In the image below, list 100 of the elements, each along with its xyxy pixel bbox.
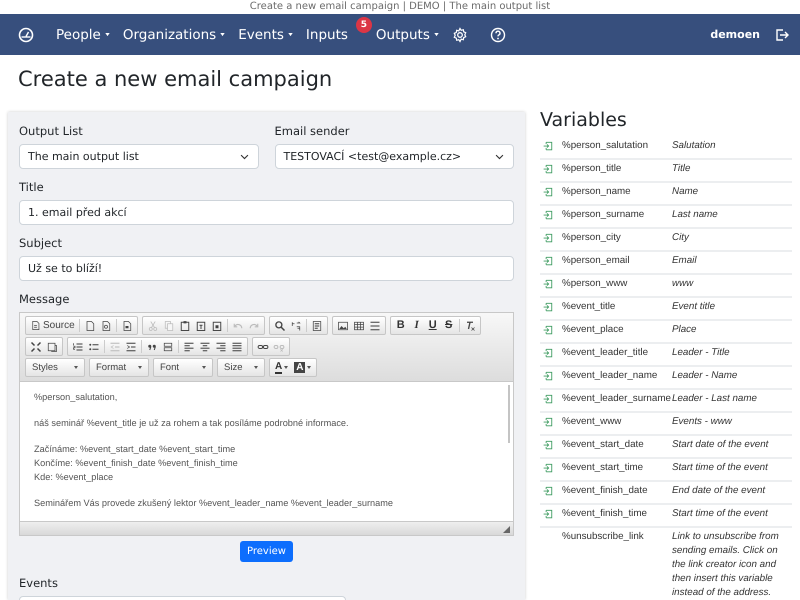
insert-icon[interactable] bbox=[543, 417, 553, 427]
select-field[interactable]: The main output list bbox=[19, 144, 258, 169]
notification-badge: 5 bbox=[356, 16, 372, 32]
variable-name: %person_title bbox=[562, 164, 622, 176]
indent-icon[interactable] bbox=[125, 340, 137, 352]
text-field[interactable]: Už se to blíží! bbox=[19, 256, 514, 281]
align-right-icon[interactable] bbox=[215, 340, 227, 352]
dropdown-select[interactable]: Styles bbox=[25, 358, 85, 377]
dropdown-select[interactable]: Format bbox=[89, 358, 149, 377]
variable-name: %person_email bbox=[562, 256, 631, 268]
insert-icon[interactable] bbox=[543, 348, 553, 358]
blocks-icon[interactable] bbox=[46, 340, 58, 352]
field-label: Output List bbox=[19, 124, 84, 138]
insert-icon[interactable] bbox=[543, 279, 553, 289]
variable-name: %event_leader_surname bbox=[562, 394, 672, 406]
variable-description: Events - www bbox=[672, 415, 732, 429]
page-heading: Create a new email campaign bbox=[17, 66, 334, 93]
insert-icon[interactable] bbox=[543, 371, 553, 381]
insert-icon[interactable] bbox=[543, 233, 553, 243]
help-icon[interactable] bbox=[490, 26, 506, 42]
insert-icon[interactable] bbox=[543, 256, 553, 266]
variable-description: City bbox=[672, 231, 689, 245]
dropdown-select[interactable]: Font bbox=[153, 358, 213, 377]
format-button[interactable]: S bbox=[440, 318, 457, 334]
field-label: Message bbox=[19, 292, 70, 306]
variable-description: Leader - Name bbox=[672, 369, 738, 383]
insert-icon[interactable] bbox=[543, 210, 553, 220]
variable-name: %person_city bbox=[562, 233, 622, 245]
clipboard-icon[interactable] bbox=[178, 320, 191, 332]
nav-menu-item[interactable]: Organizations bbox=[122, 26, 216, 42]
preview-icon[interactable] bbox=[100, 320, 112, 332]
settings-icon[interactable] bbox=[452, 26, 468, 42]
field-label: Subject bbox=[19, 236, 63, 250]
variable-description: Start date of the event bbox=[672, 438, 768, 452]
insert-icon[interactable] bbox=[543, 302, 553, 312]
insert-icon[interactable] bbox=[543, 440, 553, 450]
scrollbar[interactable] bbox=[508, 385, 510, 443]
text-field[interactable]: 1. email před akcí bbox=[19, 200, 514, 225]
variable-description: Name bbox=[672, 185, 698, 199]
variable-name: %event_place bbox=[562, 325, 625, 337]
search-icon[interactable] bbox=[274, 320, 286, 332]
page-icon[interactable] bbox=[84, 320, 96, 332]
insert-icon[interactable] bbox=[543, 325, 553, 335]
insert-icon[interactable] bbox=[543, 394, 553, 404]
numbered-list-icon[interactable] bbox=[72, 340, 84, 352]
insert-icon[interactable] bbox=[543, 486, 553, 496]
format-button[interactable]: B bbox=[392, 318, 409, 334]
caret-icon[interactable] bbox=[104, 32, 111, 37]
justify-icon[interactable] bbox=[231, 340, 243, 352]
insert-icon[interactable] bbox=[543, 463, 553, 473]
user-name[interactable]: demoen bbox=[710, 28, 760, 41]
field-label: Title bbox=[19, 180, 45, 194]
nav-menu-item[interactable]: Outputs bbox=[376, 26, 430, 42]
field-label: Email sender bbox=[274, 124, 351, 138]
nav-menu-item[interactable]: Inputs bbox=[306, 26, 348, 42]
gauge-icon[interactable] bbox=[18, 26, 34, 42]
nav-menu-item[interactable]: People bbox=[56, 26, 101, 42]
variable-name: %event_title bbox=[562, 302, 616, 314]
image-icon[interactable] bbox=[336, 320, 349, 332]
div-icon[interactable] bbox=[162, 340, 174, 352]
select-field[interactable]: TESTOVACÍ <test@example.cz> bbox=[274, 144, 514, 169]
caret-icon[interactable] bbox=[432, 32, 440, 37]
variable-description: Event title bbox=[672, 300, 716, 314]
horizontal-rule-icon[interactable] bbox=[368, 320, 381, 332]
insert-icon[interactable] bbox=[543, 141, 553, 151]
background-color-button[interactable]: A bbox=[291, 360, 314, 375]
window-title: Create a new email campaign | DEMO | The main output list bbox=[250, 1, 550, 12]
variable-name: %event_leader_title bbox=[562, 348, 650, 360]
replace-icon[interactable] bbox=[290, 320, 302, 332]
format-button[interactable]: U bbox=[424, 318, 441, 334]
align-center-icon[interactable] bbox=[199, 340, 211, 352]
format-button[interactable]: I bbox=[408, 318, 425, 334]
clipboard-icon[interactable] bbox=[194, 320, 207, 332]
insert-icon[interactable] bbox=[543, 187, 553, 197]
message-paragraph: %person_salutation, bbox=[34, 391, 118, 404]
variable-name: %unsubscribe_link bbox=[562, 532, 645, 544]
variable-description: Leader - Title bbox=[672, 346, 730, 360]
nav-menu-item[interactable]: Events bbox=[238, 26, 284, 42]
variable-description: Start time of the event bbox=[672, 507, 768, 521]
variable-description: Link to unsubscribe from sending emails. Click on the link creator icon and then insert this variable instead of the address. bbox=[672, 530, 780, 600]
spellcheck-icon[interactable] bbox=[310, 320, 323, 332]
variable-name: %event_leader_name bbox=[562, 371, 658, 383]
caret-icon[interactable] bbox=[286, 32, 294, 37]
variable-name: %person_surname bbox=[562, 210, 646, 222]
preview-button[interactable]: Preview bbox=[240, 541, 293, 562]
dropdown-select[interactable]: Size bbox=[217, 358, 265, 377]
variable-name: %person_name bbox=[562, 187, 632, 199]
align-left-icon[interactable] bbox=[183, 340, 195, 352]
text-color-button[interactable]: A bbox=[272, 360, 292, 375]
document-icon[interactable] bbox=[120, 320, 133, 332]
variable-description: End date of the event bbox=[672, 484, 766, 498]
table-icon[interactable] bbox=[352, 320, 365, 332]
caret-icon[interactable] bbox=[219, 32, 226, 37]
insert-icon[interactable] bbox=[543, 164, 553, 174]
maximize-icon[interactable] bbox=[30, 340, 42, 352]
clipboard-icon[interactable] bbox=[210, 320, 223, 332]
insert-icon[interactable] bbox=[543, 509, 553, 519]
logout-icon[interactable] bbox=[774, 26, 790, 42]
variable-description: Start time of the event bbox=[672, 461, 768, 475]
variable-name: %event_finish_time bbox=[562, 509, 648, 521]
